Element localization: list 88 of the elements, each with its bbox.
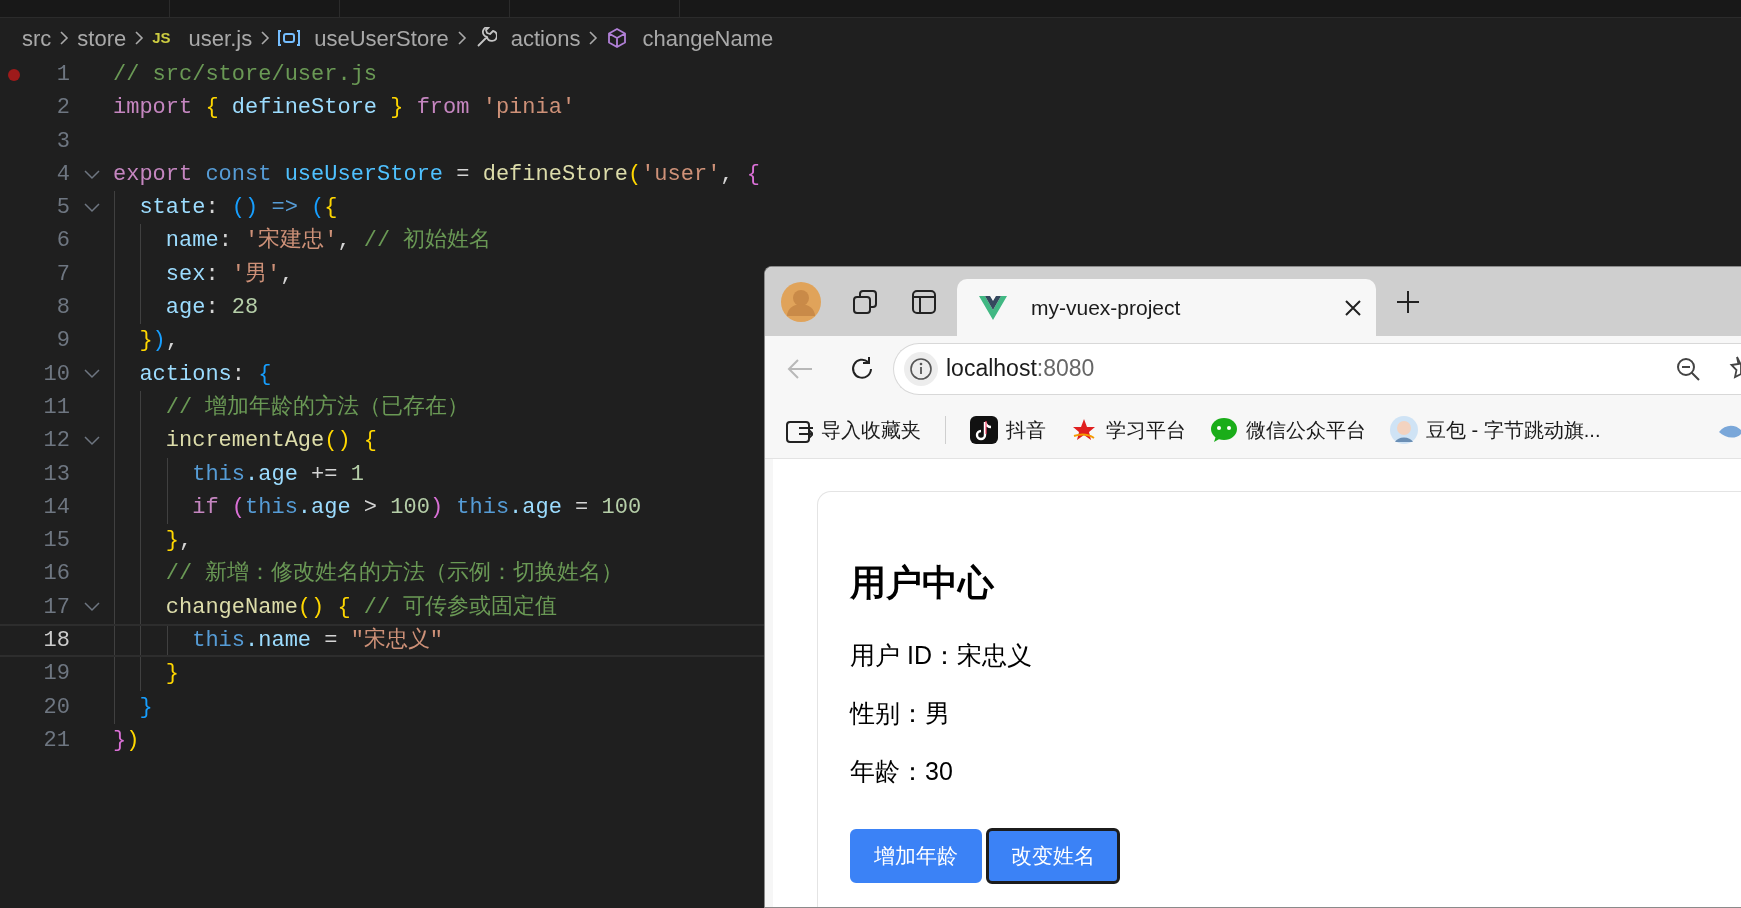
browser-tab[interactable]: my-vuex-project xyxy=(957,279,1376,336)
bookmark[interactable]: 导入收藏夹 xyxy=(785,414,921,445)
chevron-right-icon xyxy=(134,30,145,46)
line-number: 21 xyxy=(42,726,70,755)
line-number: 10 xyxy=(42,360,70,389)
line-number: 15 xyxy=(42,527,70,556)
code-line: changeName() { // 可传参或固定值 xyxy=(113,590,558,625)
code-line: // src/store/user.js xyxy=(113,61,378,89)
cube-icon xyxy=(606,27,629,49)
address-bar[interactable]: localhost:8080 xyxy=(893,342,1741,395)
code-line: }), xyxy=(113,324,179,358)
breadcrumb-item[interactable]: store xyxy=(77,21,127,55)
code-line: }, xyxy=(113,524,193,558)
code-line: incrementAge() { xyxy=(113,424,378,458)
code-line: export const useUserStore = defineStore('user', { xyxy=(113,160,760,189)
note-icon xyxy=(970,415,998,444)
bookmark[interactable]: 豆包 - 字节跳动旗... xyxy=(1390,414,1601,445)
code-line: name: '宋建忠', // 初始姓名 xyxy=(113,224,492,258)
line-number: 12 xyxy=(42,427,70,456)
action-button[interactable]: 改变姓名 xyxy=(986,828,1120,884)
tab-actions-icon[interactable] xyxy=(911,288,937,315)
breadcrumb-item[interactable]: useUserStore xyxy=(314,21,449,55)
code-line: state: () => ({ xyxy=(113,191,338,225)
line-number: 11 xyxy=(42,393,70,422)
code-line: import { defineStore } from 'pinia' xyxy=(113,94,576,123)
bookmark[interactable]: 微信公众平台 xyxy=(1210,414,1366,445)
fold-chevron-icon[interactable] xyxy=(83,602,100,613)
workspaces-icon[interactable] xyxy=(851,287,879,316)
tab-title: my-vuex-project xyxy=(1031,294,1182,321)
fold-chevron-icon[interactable] xyxy=(83,169,100,180)
line-number: 7 xyxy=(55,260,70,289)
fold-chevron-icon[interactable] xyxy=(83,202,100,213)
info-text: 用户 ID：宋忠义 xyxy=(850,640,1033,672)
chevron-right-icon xyxy=(456,30,467,46)
breadcrumb-item[interactable]: src xyxy=(22,21,52,55)
info-icon[interactable] xyxy=(904,351,938,386)
code-line: sex: '男', xyxy=(113,257,294,292)
close-icon[interactable] xyxy=(1344,298,1362,317)
line-number: 18 xyxy=(42,627,70,656)
line-number: 8 xyxy=(55,294,70,323)
new-tab-icon[interactable] xyxy=(1396,289,1420,314)
line-number: 16 xyxy=(42,560,70,589)
chat-bubble-icon xyxy=(1210,415,1238,444)
code-line: }) xyxy=(113,726,140,755)
page-heading: 用户中心 xyxy=(850,561,995,605)
code-line: } xyxy=(113,657,179,691)
chevron-right-icon xyxy=(260,30,271,46)
line-number: 17 xyxy=(42,593,70,622)
line-number: 9 xyxy=(55,327,70,356)
fold-chevron-icon[interactable] xyxy=(83,369,100,380)
code-line: } xyxy=(113,690,153,724)
line-number: 19 xyxy=(42,660,70,689)
code-line: // 增加年龄的方法（已存在） xyxy=(113,390,470,425)
fold-chevron-icon[interactable] xyxy=(83,435,100,446)
avatar xyxy=(1390,415,1418,444)
line-number: 14 xyxy=(42,493,70,522)
breadcrumb-item[interactable]: user.js xyxy=(188,21,253,55)
line-number: 6 xyxy=(55,227,70,256)
code-line: age: 28 xyxy=(113,291,259,325)
js-file-icon: JS xyxy=(152,26,171,50)
code-line: this.name = "宋忠义" xyxy=(113,626,444,656)
code-line: this.age += 1 xyxy=(113,457,364,491)
reload-icon[interactable] xyxy=(849,355,875,382)
info-text: 年龄：30 xyxy=(850,756,954,788)
breadcrumb-item[interactable]: changeName xyxy=(642,21,774,55)
chevron-right-icon xyxy=(588,30,599,46)
code-line: // 新增：修改姓名的方法（示例：切换姓名） xyxy=(113,557,624,591)
breakpoint-dot[interactable] xyxy=(7,67,21,82)
breadcrumb-item[interactable]: actions xyxy=(510,21,581,55)
url-port: :8080 xyxy=(1036,354,1096,384)
line-number: 2 xyxy=(55,94,70,123)
chevron-right-icon xyxy=(59,30,70,46)
action-button[interactable]: 增加年龄 xyxy=(850,829,982,883)
bookmark[interactable]: 抖音 xyxy=(970,414,1046,445)
line-number: 13 xyxy=(42,460,70,489)
zoom-out-icon[interactable] xyxy=(1675,355,1701,382)
line-number: 3 xyxy=(55,127,70,156)
bookmark[interactable]: 学习平台 xyxy=(1070,414,1186,445)
info-text: 性别：男 xyxy=(850,698,951,730)
code-line: if (this.age > 100) this.age = 100 xyxy=(113,490,642,525)
url-host: localhost xyxy=(946,354,1037,384)
code-line: actions: { xyxy=(113,357,272,391)
variable-icon xyxy=(278,27,301,49)
vue-logo xyxy=(979,295,1007,320)
line-number: 1 xyxy=(55,61,70,89)
line-number: 5 xyxy=(55,194,70,223)
line-number: 20 xyxy=(42,693,70,722)
line-number: 4 xyxy=(55,160,70,189)
